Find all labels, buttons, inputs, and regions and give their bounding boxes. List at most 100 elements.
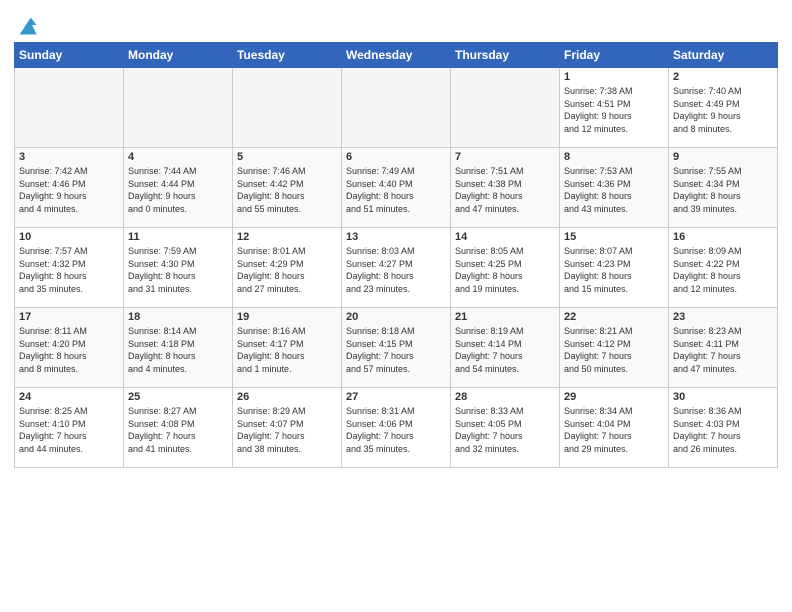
day-info: Sunrise: 8:09 AM Sunset: 4:22 PM Dayligh… [673, 245, 773, 295]
logo [14, 14, 38, 36]
day-info: Sunrise: 7:49 AM Sunset: 4:40 PM Dayligh… [346, 165, 446, 215]
day-info: Sunrise: 8:18 AM Sunset: 4:15 PM Dayligh… [346, 325, 446, 375]
weekday-sunday: Sunday [15, 43, 124, 68]
day-number: 22 [564, 311, 664, 323]
day-info: Sunrise: 8:05 AM Sunset: 4:25 PM Dayligh… [455, 245, 555, 295]
day-info: Sunrise: 8:19 AM Sunset: 4:14 PM Dayligh… [455, 325, 555, 375]
day-number: 21 [455, 311, 555, 323]
day-info: Sunrise: 7:40 AM Sunset: 4:49 PM Dayligh… [673, 85, 773, 135]
calendar-cell: 11Sunrise: 7:59 AM Sunset: 4:30 PM Dayli… [124, 228, 233, 308]
calendar-cell: 30 Sunrise: 8:36 AM Sunset: 4:03 PM Dayli… [669, 388, 778, 468]
day-info: Sunrise: 7:59 AM Sunset: 4:30 PM Dayligh… [128, 245, 228, 295]
week-row-2: 10 Sunrise: 7:57 AM Sunset: 4:32 PM Dayli… [15, 228, 778, 308]
day-number: 12 [237, 231, 337, 243]
calendar-cell [124, 68, 233, 148]
week-row-0: 1 Sunrise: 7:38 AM Sunset: 4:51 PM Daylig… [15, 68, 778, 148]
day-number: 30 [673, 391, 773, 403]
day-info: Sunrise: 8:21 AM Sunset: 4:12 PM Dayligh… [564, 325, 664, 375]
day-number: 8 [564, 151, 664, 163]
calendar-cell: 29 Sunrise: 8:34 AM Sunset: 4:04 PM Dayli… [560, 388, 669, 468]
calendar-cell: 1 Sunrise: 7:38 AM Sunset: 4:51 PM Daylig… [560, 68, 669, 148]
calendar-cell: 9 Sunrise: 7:55 AM Sunset: 4:34 PM Daylig… [669, 148, 778, 228]
day-info: Sunrise: 7:44 AM Sunset: 4:44 PM Dayligh… [128, 165, 228, 215]
weekday-thursday: Thursday [451, 43, 560, 68]
day-number: 18 [128, 311, 228, 323]
day-info: Sunrise: 8:03 AM Sunset: 4:27 PM Dayligh… [346, 245, 446, 295]
day-info: Sunrise: 8:01 AM Sunset: 4:29 PM Dayligh… [237, 245, 337, 295]
day-info: Sunrise: 8:31 AM Sunset: 4:06 PM Dayligh… [346, 405, 446, 455]
day-number: 9 [673, 151, 773, 163]
weekday-row: SundayMondayTuesdayWednesdayThursdayFrid… [15, 43, 778, 68]
day-number: 25 [128, 391, 228, 403]
calendar-cell: 16 Sunrise: 8:09 AM Sunset: 4:22 PM Dayli… [669, 228, 778, 308]
day-info: Sunrise: 7:51 AM Sunset: 4:38 PM Dayligh… [455, 165, 555, 215]
week-row-1: 3Sunrise: 7:42 AM Sunset: 4:46 PM Daylig… [15, 148, 778, 228]
weekday-saturday: Saturday [669, 43, 778, 68]
calendar-cell: 15Sunrise: 8:07 AM Sunset: 4:23 PM Dayli… [560, 228, 669, 308]
day-number: 17 [19, 311, 119, 323]
calendar-cell: 28Sunrise: 8:33 AM Sunset: 4:05 PM Dayli… [451, 388, 560, 468]
calendar-cell: 10 Sunrise: 7:57 AM Sunset: 4:32 PM Dayli… [15, 228, 124, 308]
day-info: Sunrise: 8:14 AM Sunset: 4:18 PM Dayligh… [128, 325, 228, 375]
day-number: 1 [564, 71, 664, 83]
weekday-friday: Friday [560, 43, 669, 68]
day-number: 29 [564, 391, 664, 403]
day-info: Sunrise: 8:34 AM Sunset: 4:04 PM Dayligh… [564, 405, 664, 455]
header [14, 10, 778, 36]
day-info: Sunrise: 8:16 AM Sunset: 4:17 PM Dayligh… [237, 325, 337, 375]
day-number: 19 [237, 311, 337, 323]
calendar-header: SundayMondayTuesdayWednesdayThursdayFrid… [15, 43, 778, 68]
calendar-cell: 21 Sunrise: 8:19 AM Sunset: 4:14 PM Dayli… [451, 308, 560, 388]
day-info: Sunrise: 7:55 AM Sunset: 4:34 PM Dayligh… [673, 165, 773, 215]
calendar-cell: 27 Sunrise: 8:31 AM Sunset: 4:06 PM Dayli… [342, 388, 451, 468]
day-number: 10 [19, 231, 119, 243]
calendar-cell: 4 Sunrise: 7:44 AM Sunset: 4:44 PM Daylig… [124, 148, 233, 228]
day-info: Sunrise: 8:29 AM Sunset: 4:07 PM Dayligh… [237, 405, 337, 455]
day-info: Sunrise: 7:57 AM Sunset: 4:32 PM Dayligh… [19, 245, 119, 295]
day-info: Sunrise: 8:27 AM Sunset: 4:08 PM Dayligh… [128, 405, 228, 455]
day-number: 13 [346, 231, 446, 243]
day-number: 14 [455, 231, 555, 243]
calendar-cell: 19 Sunrise: 8:16 AM Sunset: 4:17 PM Dayli… [233, 308, 342, 388]
day-number: 5 [237, 151, 337, 163]
day-info: Sunrise: 8:36 AM Sunset: 4:03 PM Dayligh… [673, 405, 773, 455]
day-number: 3 [19, 151, 119, 163]
weekday-monday: Monday [124, 43, 233, 68]
calendar-cell: 8 Sunrise: 7:53 AM Sunset: 4:36 PM Daylig… [560, 148, 669, 228]
day-number: 2 [673, 71, 773, 83]
weekday-wednesday: Wednesday [342, 43, 451, 68]
calendar-cell: 6Sunrise: 7:49 AM Sunset: 4:40 PM Daylig… [342, 148, 451, 228]
calendar-cell [342, 68, 451, 148]
calendar-cell: 18 Sunrise: 8:14 AM Sunset: 4:18 PM Dayli… [124, 308, 233, 388]
calendar-cell: 12 Sunrise: 8:01 AM Sunset: 4:29 PM Dayli… [233, 228, 342, 308]
day-info: Sunrise: 7:53 AM Sunset: 4:36 PM Dayligh… [564, 165, 664, 215]
calendar-cell: 25 Sunrise: 8:27 AM Sunset: 4:08 PM Dayli… [124, 388, 233, 468]
day-info: Sunrise: 8:07 AM Sunset: 4:23 PM Dayligh… [564, 245, 664, 295]
day-info: Sunrise: 8:25 AM Sunset: 4:10 PM Dayligh… [19, 405, 119, 455]
day-number: 27 [346, 391, 446, 403]
day-info: Sunrise: 7:38 AM Sunset: 4:51 PM Dayligh… [564, 85, 664, 135]
calendar-cell: 22 Sunrise: 8:21 AM Sunset: 4:12 PM Dayli… [560, 308, 669, 388]
calendar-cell [233, 68, 342, 148]
day-number: 28 [455, 391, 555, 403]
week-row-3: 17Sunrise: 8:11 AM Sunset: 4:20 PM Dayli… [15, 308, 778, 388]
day-number: 4 [128, 151, 228, 163]
logo-icon [16, 14, 38, 36]
day-number: 26 [237, 391, 337, 403]
calendar-cell: 13 Sunrise: 8:03 AM Sunset: 4:27 PM Dayli… [342, 228, 451, 308]
day-number: 20 [346, 311, 446, 323]
weekday-tuesday: Tuesday [233, 43, 342, 68]
day-info: Sunrise: 7:46 AM Sunset: 4:42 PM Dayligh… [237, 165, 337, 215]
day-number: 16 [673, 231, 773, 243]
calendar-cell: 5 Sunrise: 7:46 AM Sunset: 4:42 PM Daylig… [233, 148, 342, 228]
day-number: 24 [19, 391, 119, 403]
week-row-4: 24 Sunrise: 8:25 AM Sunset: 4:10 PM Dayli… [15, 388, 778, 468]
calendar-cell [451, 68, 560, 148]
day-number: 7 [455, 151, 555, 163]
calendar-body: 1 Sunrise: 7:38 AM Sunset: 4:51 PM Daylig… [15, 68, 778, 468]
calendar-cell: 23Sunrise: 8:23 AM Sunset: 4:11 PM Dayli… [669, 308, 778, 388]
day-number: 23 [673, 311, 773, 323]
calendar-cell: 20 Sunrise: 8:18 AM Sunset: 4:15 PM Dayli… [342, 308, 451, 388]
calendar-cell: 26 Sunrise: 8:29 AM Sunset: 4:07 PM Dayli… [233, 388, 342, 468]
calendar-cell: 7 Sunrise: 7:51 AM Sunset: 4:38 PM Daylig… [451, 148, 560, 228]
